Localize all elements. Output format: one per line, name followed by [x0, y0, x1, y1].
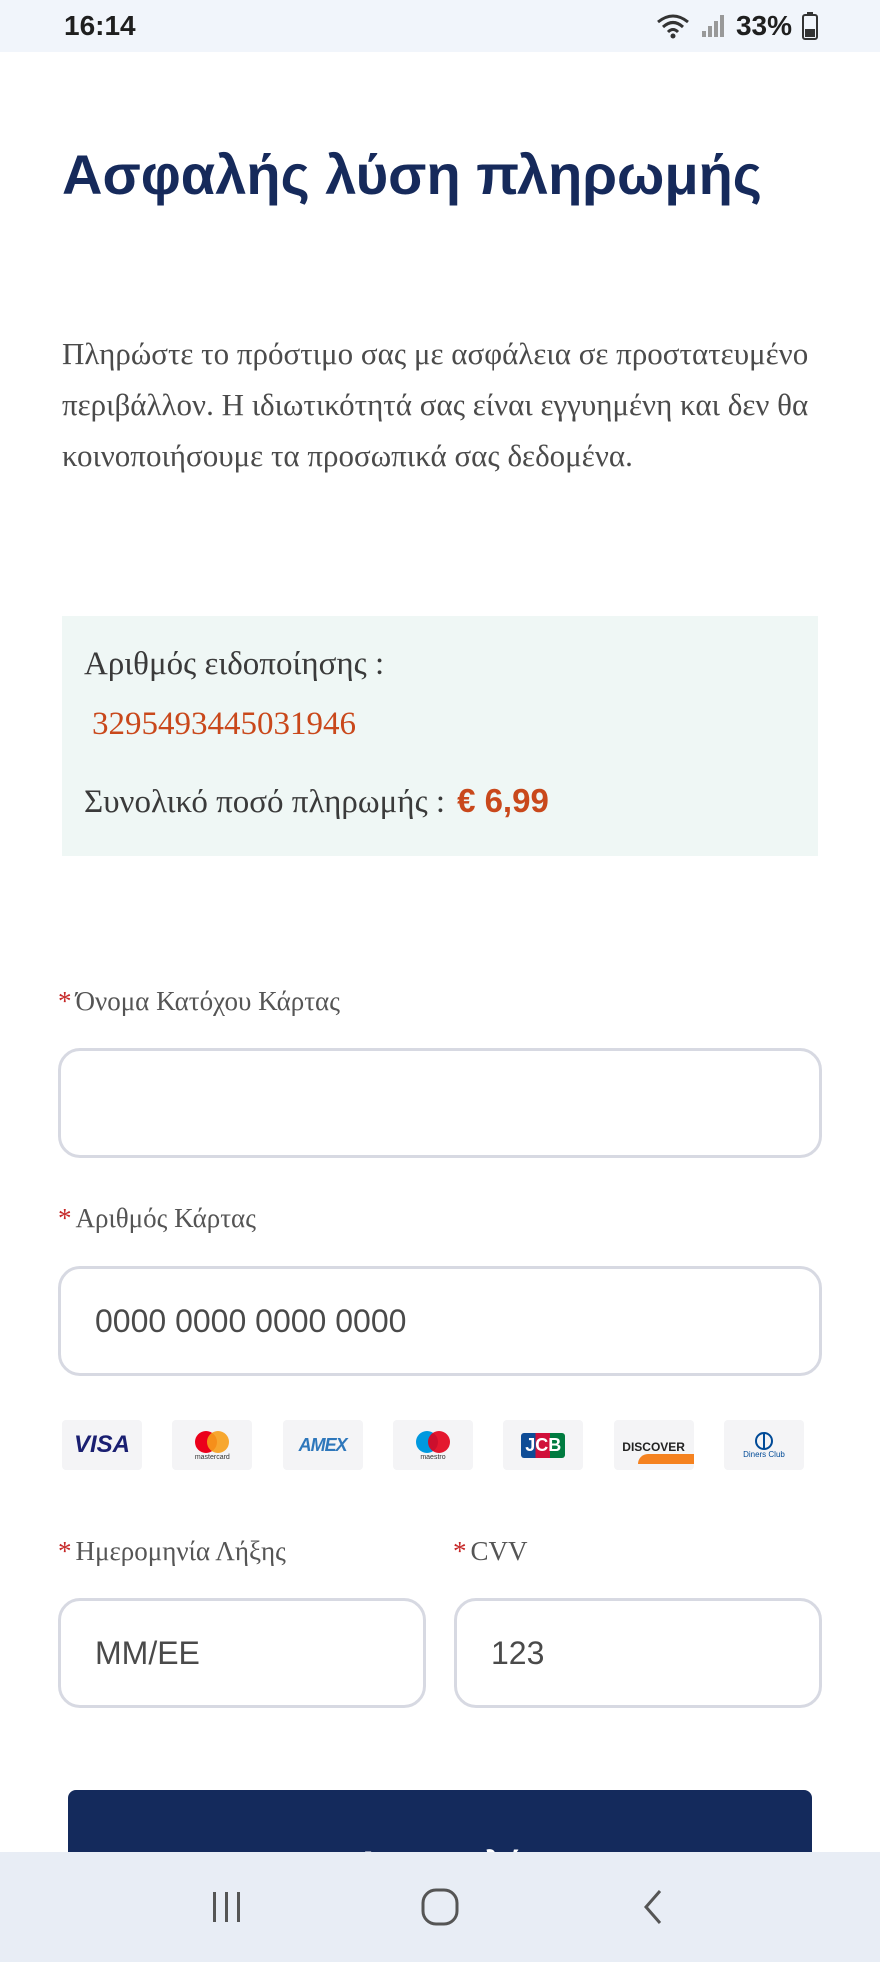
- required-mark: *: [58, 986, 72, 1016]
- discover-text: DISCOVER: [622, 1440, 685, 1454]
- required-mark: *: [453, 1536, 467, 1566]
- status-time: 16:14: [64, 10, 136, 41]
- mastercard-text: mastercard: [194, 1453, 230, 1461]
- notice-number-label: Αριθμός ειδοποίησης :: [84, 646, 385, 682]
- cardholder-name-input[interactable]: [58, 1048, 822, 1158]
- card-brands: VISA mastercard AMEX maestro JCB DISCOVE…: [62, 1420, 804, 1470]
- back-button[interactable]: [623, 1877, 683, 1937]
- recent-apps-button[interactable]: [197, 1877, 257, 1937]
- intro-text: Πληρώστε το πρόστιμο σας με ασφάλεια σε …: [62, 336, 809, 473]
- diners-logo: Diners Club: [723, 1420, 804, 1470]
- required-mark: *: [58, 1536, 72, 1566]
- amex-text: AMEX: [298, 1434, 348, 1455]
- expiry-date-input[interactable]: [58, 1598, 426, 1708]
- system-nav-bar: [0, 1852, 880, 1962]
- diners-text: Diners Club: [743, 1449, 785, 1459]
- mastercard-logo: mastercard: [172, 1420, 253, 1470]
- wifi-icon: [657, 14, 689, 39]
- discover-swoosh: [637, 1454, 694, 1464]
- holder-label-text: Όνομα Κατόχου Κάρτας: [75, 986, 340, 1016]
- recent-apps-icon: [212, 1892, 240, 1922]
- mastercard-icon: [195, 1430, 230, 1453]
- holder-label: * Όνομα Κατόχου Κάρτας: [58, 986, 340, 1017]
- status-bar: 16:14 33%: [0, 0, 880, 52]
- discover-logo: DISCOVER: [613, 1420, 694, 1470]
- expiry-label: * Ημερομηνία Λήξης: [58, 1536, 286, 1567]
- visa-text: VISA: [73, 1431, 130, 1458]
- required-mark: *: [58, 1203, 72, 1233]
- cvv-label-text: CVV: [470, 1536, 528, 1566]
- maestro-icon: [415, 1430, 450, 1453]
- amex-logo: AMEX: [282, 1420, 363, 1470]
- card-number-label: * Αριθμός Κάρτας: [58, 1203, 256, 1234]
- battery-percent: 33%: [735, 10, 792, 41]
- cvv-input[interactable]: [454, 1598, 822, 1708]
- payment-summary: Αριθμός ειδοποίησης : 3295493445031946 Σ…: [62, 616, 818, 856]
- total-amount: € 6,99: [457, 782, 549, 819]
- notice-number: 3295493445031946: [92, 706, 356, 742]
- visa-logo: VISA: [62, 1420, 142, 1470]
- signal-icon: [701, 15, 724, 37]
- total-row: Συνολικό ποσό πληρωμής : € 6,99: [84, 782, 549, 821]
- maestro-text: maestro: [420, 1453, 446, 1461]
- status-icons: 33%: [656, 10, 818, 42]
- page-title: Ασφαλής λύση πληρωμής: [62, 143, 762, 206]
- maestro-logo: maestro: [392, 1420, 473, 1470]
- jcb-logo: JCB: [503, 1420, 584, 1470]
- card-number-input[interactable]: [58, 1266, 822, 1376]
- home-button[interactable]: [410, 1877, 470, 1937]
- expiry-label-text: Ημερομηνία Λήξης: [75, 1536, 286, 1566]
- cvv-label: * CVV: [453, 1536, 528, 1567]
- card-number-label-text: Αριθμός Κάρτας: [75, 1203, 256, 1233]
- diners-icon: [754, 1431, 773, 1450]
- battery-icon: [802, 12, 818, 40]
- home-icon: [421, 1888, 459, 1926]
- total-label: Συνολικό ποσό πληρωμής :: [84, 784, 446, 820]
- back-icon: [644, 1890, 662, 1924]
- jcb-text: JCB: [521, 1432, 566, 1458]
